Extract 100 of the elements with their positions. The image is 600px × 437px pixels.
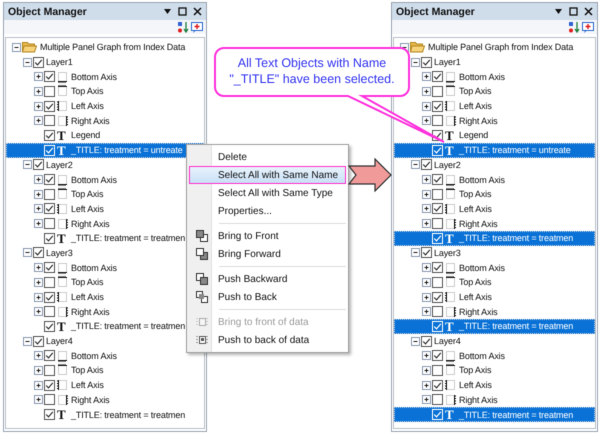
- collapse-icon[interactable]: [23, 248, 32, 258]
- tree-row[interactable]: T _TITLE: treatment = treatmen: [6, 407, 204, 422]
- checkbox[interactable]: [432, 100, 443, 112]
- collapse-icon[interactable]: [23, 58, 32, 67]
- expand-icon[interactable]: [34, 292, 43, 302]
- tree-row[interactable]: Left Axis: [394, 98, 595, 114]
- expand-icon[interactable]: [34, 263, 43, 272]
- expand-icon[interactable]: [34, 204, 43, 214]
- checkbox[interactable]: [432, 292, 443, 303]
- expand-icon[interactable]: [422, 72, 431, 82]
- expand-icon[interactable]: [422, 175, 431, 184]
- checkbox[interactable]: [421, 336, 432, 347]
- add-comment-icon[interactable]: [582, 22, 594, 32]
- expand-icon[interactable]: [422, 366, 431, 375]
- checkbox[interactable]: [33, 247, 44, 258]
- expand-icon[interactable]: [422, 263, 431, 272]
- tree-row[interactable]: Bottom Axis: [394, 69, 595, 84]
- checkbox[interactable]: [44, 306, 55, 318]
- tree-row[interactable]: Top Axis: [394, 84, 595, 99]
- tree-row[interactable]: T _TITLE: treatment = untreate: [6, 142, 204, 158]
- checkbox[interactable]: [432, 86, 443, 97]
- tree-row[interactable]: Right Axis: [6, 392, 204, 408]
- checkbox[interactable]: [432, 276, 443, 288]
- expand-icon[interactable]: [422, 102, 431, 111]
- tree-row[interactable]: Layer2: [394, 158, 595, 172]
- expand-icon[interactable]: [34, 366, 43, 375]
- collapse-icon[interactable]: [23, 336, 32, 346]
- checkbox[interactable]: [432, 71, 443, 82]
- collapse-icon[interactable]: [411, 160, 420, 170]
- tree-row[interactable]: Top Axis: [394, 186, 595, 202]
- checkbox[interactable]: [44, 174, 55, 186]
- checkbox[interactable]: [432, 380, 443, 391]
- collapse-icon[interactable]: [23, 160, 32, 170]
- checkbox[interactable]: [44, 188, 55, 200]
- expand-icon[interactable]: [422, 351, 431, 360]
- tree-row[interactable]: Left Axis: [6, 378, 204, 392]
- checkbox[interactable]: [44, 394, 55, 406]
- expand-icon[interactable]: [34, 190, 43, 199]
- checkbox[interactable]: [44, 364, 55, 376]
- tree-row[interactable]: Layer3: [394, 246, 595, 260]
- collapse-icon[interactable]: [411, 336, 420, 346]
- expand-icon[interactable]: [34, 86, 43, 96]
- checkbox[interactable]: [432, 218, 443, 230]
- checkbox[interactable]: [44, 409, 55, 420]
- tree-row[interactable]: Layer4: [394, 334, 595, 348]
- checkbox[interactable]: [44, 100, 55, 112]
- tree-row[interactable]: Left Axis: [394, 378, 595, 392]
- tree-row[interactable]: Bottom Axis: [394, 260, 595, 275]
- checkbox[interactable]: [44, 320, 55, 332]
- checkbox[interactable]: [421, 159, 432, 170]
- expand-icon[interactable]: [422, 86, 431, 96]
- collapse-icon[interactable]: [12, 42, 21, 52]
- collapse-icon[interactable]: [411, 58, 420, 67]
- maximize-icon[interactable]: [178, 7, 187, 16]
- tree-row[interactable]: Left Axis: [6, 98, 204, 114]
- checkbox[interactable]: [44, 380, 55, 391]
- tree-row[interactable]: Right Axis: [394, 216, 595, 231]
- tree-row[interactable]: T _TITLE: treatment = untreate: [394, 142, 595, 158]
- checkbox[interactable]: [44, 86, 55, 97]
- checkbox[interactable]: [432, 203, 443, 214]
- checkbox[interactable]: [44, 232, 55, 244]
- add-comment-icon[interactable]: [191, 22, 203, 32]
- checkbox[interactable]: [432, 115, 443, 126]
- tree-row[interactable]: Right Axis: [394, 392, 595, 408]
- tree-row[interactable]: T Legend: [6, 128, 204, 143]
- expand-icon[interactable]: [34, 175, 43, 184]
- checkbox[interactable]: [421, 56, 432, 68]
- tree-row[interactable]: T _TITLE: treatment = treatmen: [394, 407, 595, 422]
- checkbox[interactable]: [44, 130, 55, 141]
- tree-row[interactable]: Right Axis: [394, 304, 595, 320]
- expand-icon[interactable]: [34, 278, 43, 287]
- expand-icon[interactable]: [34, 307, 43, 316]
- expand-icon[interactable]: [422, 278, 431, 287]
- sort-icon[interactable]: [569, 22, 581, 32]
- tree-row[interactable]: Top Axis: [6, 84, 204, 99]
- expand-icon[interactable]: [34, 380, 43, 390]
- tree-row[interactable]: Layer1: [394, 54, 595, 70]
- tree-row[interactable]: Layer1: [6, 54, 204, 70]
- checkbox[interactable]: [44, 350, 55, 362]
- tree-row[interactable]: T _TITLE: treatment = treatmen: [394, 319, 595, 334]
- close-icon[interactable]: [584, 7, 593, 16]
- tree-row[interactable]: Right Axis: [394, 113, 595, 128]
- checkbox[interactable]: [44, 203, 55, 214]
- checkbox[interactable]: [44, 71, 55, 82]
- tree-row[interactable]: Multiple Panel Graph from Index Data: [6, 40, 204, 55]
- tree-row[interactable]: Top Axis: [6, 363, 204, 378]
- tree-row[interactable]: Top Axis: [394, 363, 595, 378]
- expand-icon[interactable]: [34, 219, 43, 228]
- checkbox[interactable]: [33, 159, 44, 170]
- expand-icon[interactable]: [422, 307, 431, 316]
- expand-icon[interactable]: [422, 204, 431, 214]
- tree-row[interactable]: Left Axis: [394, 290, 595, 304]
- expand-icon[interactable]: [422, 380, 431, 390]
- dropdown-icon[interactable]: [554, 7, 563, 16]
- checkbox[interactable]: [432, 394, 443, 406]
- checkbox[interactable]: [432, 174, 443, 186]
- tree-row[interactable]: Left Axis: [394, 202, 595, 216]
- checkbox[interactable]: [432, 188, 443, 200]
- expand-icon[interactable]: [422, 219, 431, 228]
- expand-icon[interactable]: [422, 116, 431, 126]
